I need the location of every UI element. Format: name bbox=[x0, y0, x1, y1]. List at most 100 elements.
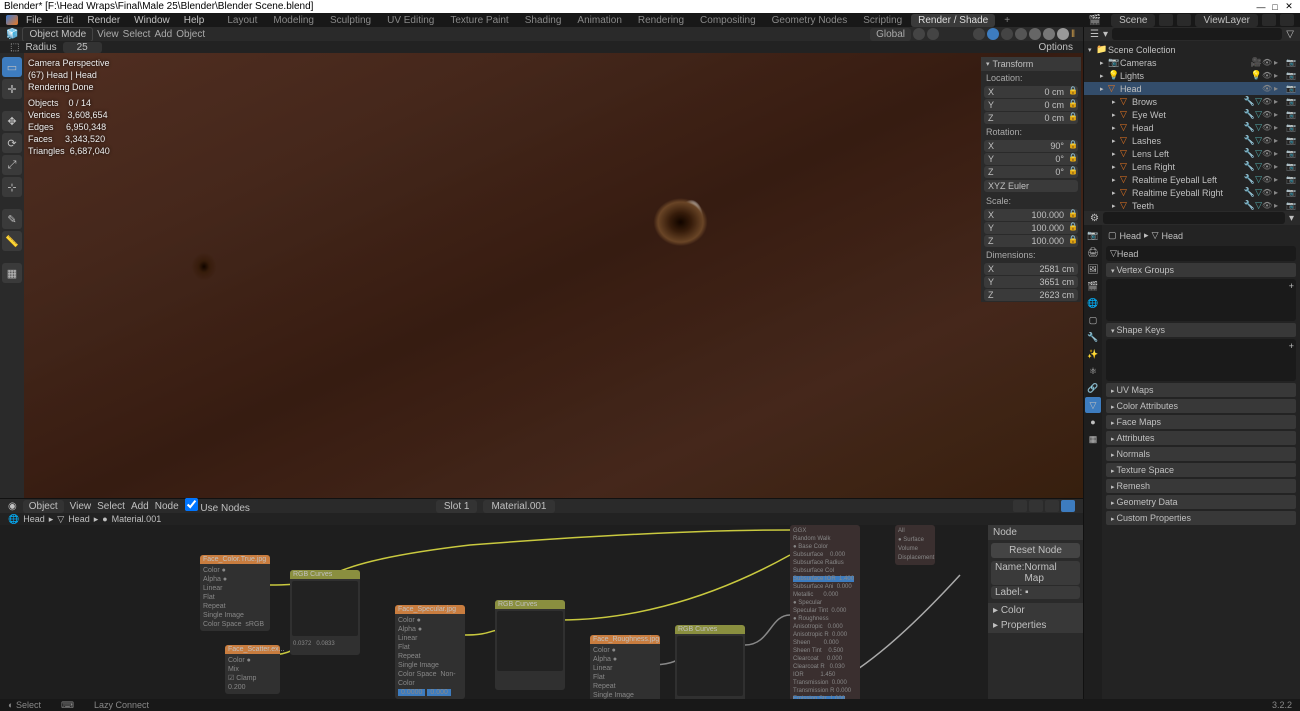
outliner-item-4[interactable]: ▸▽Eye Wet🔧▽👁▸📷 bbox=[1084, 108, 1300, 121]
tab-compositing[interactable]: Compositing bbox=[693, 14, 763, 27]
rot-x[interactable]: X90°🔒 bbox=[984, 140, 1078, 152]
use-nodes-checkbox[interactable] bbox=[185, 498, 198, 511]
props-search[interactable] bbox=[1103, 212, 1285, 224]
node-img-specular[interactable]: Face_Specular.jpgColor ●Alpha ●LinearFla… bbox=[395, 605, 465, 699]
sk-add-icon[interactable]: + bbox=[1289, 341, 1294, 351]
outliner-root[interactable]: ▾📁Scene Collection bbox=[1084, 43, 1300, 56]
scale-z[interactable]: Z100.000🔒 bbox=[984, 235, 1078, 247]
viewlayer-new-button[interactable] bbox=[1262, 14, 1276, 26]
nmenu-node[interactable]: Node bbox=[155, 501, 179, 512]
sec-color-attrs[interactable]: Color Attributes bbox=[1106, 399, 1296, 413]
transform-header[interactable]: Transform bbox=[981, 57, 1081, 71]
tab-modeling[interactable]: Modeling bbox=[266, 14, 321, 27]
sec-remesh[interactable]: Remesh bbox=[1106, 479, 1296, 493]
ptab-world[interactable]: 🌐 bbox=[1085, 295, 1101, 311]
ptab-output[interactable]: 🖨 bbox=[1085, 244, 1101, 260]
shade-wire-icon[interactable] bbox=[1015, 28, 1027, 40]
tool-add[interactable]: ▦ bbox=[2, 263, 22, 283]
vmenu-view[interactable]: View bbox=[97, 29, 119, 40]
scene-delete-button[interactable] bbox=[1177, 14, 1191, 26]
tool-scale[interactable]: ⤢ bbox=[2, 155, 22, 175]
scale-x[interactable]: X100.000🔒 bbox=[984, 209, 1078, 221]
tool-rotate[interactable]: ⟳ bbox=[2, 133, 22, 153]
nmenu-add[interactable]: Add bbox=[131, 501, 149, 512]
node-label-field[interactable]: Label:▪ bbox=[991, 586, 1080, 599]
menu-render[interactable]: Render bbox=[81, 15, 126, 26]
sec-uv-maps[interactable]: UV Maps bbox=[1106, 383, 1296, 397]
tab-geometry-nodes[interactable]: Geometry Nodes bbox=[765, 14, 855, 27]
sec-texture-space[interactable]: Texture Space bbox=[1106, 463, 1296, 477]
ptab-mesh[interactable]: ▽ bbox=[1085, 397, 1101, 413]
minimize-icon[interactable]: — bbox=[1254, 2, 1268, 12]
pause-icon[interactable]: ‖ bbox=[1071, 29, 1077, 40]
tab-sculpting[interactable]: Sculpting bbox=[323, 14, 378, 27]
node-img-color[interactable]: Face_Color.True.jpgColor ●Alpha ●LinearF… bbox=[200, 555, 270, 631]
tab-animation[interactable]: Animation bbox=[570, 14, 628, 27]
sec-normals[interactable]: Normals bbox=[1106, 447, 1296, 461]
tab-render-shade[interactable]: Render / Shade bbox=[911, 14, 995, 27]
outliner-search[interactable] bbox=[1112, 28, 1282, 40]
outliner-item-8[interactable]: ▸▽Lens Right🔧▽👁▸📷 bbox=[1084, 160, 1300, 173]
ns-props[interactable]: ▸ Properties bbox=[988, 618, 1083, 633]
loc-z[interactable]: Z0 cm🔒 bbox=[984, 112, 1078, 124]
tool-measure[interactable]: 📏 bbox=[2, 231, 22, 251]
menu-help[interactable]: Help bbox=[178, 15, 211, 26]
close-icon[interactable]: ✕ bbox=[1282, 1, 1296, 12]
viewlayer-delete-button[interactable] bbox=[1280, 14, 1294, 26]
shade-matprev-icon[interactable] bbox=[1043, 28, 1055, 40]
shade-solid-icon[interactable] bbox=[1029, 28, 1041, 40]
mesh-name-field[interactable]: ▽ Head bbox=[1106, 246, 1296, 261]
ns-header[interactable]: Node bbox=[988, 525, 1083, 540]
options-dropdown[interactable]: Options bbox=[1039, 42, 1073, 53]
tool-cursor[interactable]: ✛ bbox=[2, 79, 22, 99]
loc-x[interactable]: X0 cm🔒 bbox=[984, 86, 1078, 98]
vg-add-icon[interactable]: + bbox=[1289, 281, 1294, 291]
tab-layout[interactable]: Layout bbox=[220, 14, 264, 27]
props-editor-icon[interactable]: ⚙ bbox=[1090, 213, 1099, 224]
node-img-scatter[interactable]: Face_Scatter.ex...Color ●Mix☑ Clamp0.200 bbox=[225, 645, 280, 694]
vmenu-object[interactable]: Object bbox=[176, 29, 205, 40]
outliner-item-7[interactable]: ▸▽Lens Left🔧▽👁▸📷 bbox=[1084, 147, 1300, 160]
ptab-scene[interactable]: 🎬 bbox=[1085, 278, 1101, 294]
tab-add[interactable]: + bbox=[997, 14, 1017, 27]
slot-select[interactable]: Slot 1 bbox=[436, 500, 478, 513]
loc-y[interactable]: Y0 cm🔒 bbox=[984, 99, 1078, 111]
nactive-icon[interactable] bbox=[1061, 500, 1075, 512]
rot-z[interactable]: Z0°🔒 bbox=[984, 166, 1078, 178]
shader-editor-icon[interactable]: ◉ bbox=[8, 501, 17, 512]
ptab-particles[interactable]: ✨ bbox=[1085, 346, 1101, 362]
outliner-item-0[interactable]: ▸📷Cameras🎥👁▸📷 bbox=[1084, 56, 1300, 69]
ptab-physics[interactable]: ⚛ bbox=[1085, 363, 1101, 379]
node-rgb-1[interactable]: RGB Curves0.0372 0.0833 bbox=[290, 570, 360, 655]
nsnap-icon[interactable] bbox=[1029, 500, 1043, 512]
outliner-item-1[interactable]: ▸💡Lights💡👁▸📷 bbox=[1084, 69, 1300, 82]
outliner-icon[interactable]: ☰ bbox=[1090, 29, 1099, 40]
overlay-toggle-icon[interactable] bbox=[987, 28, 999, 40]
sec-custom-props[interactable]: Custom Properties bbox=[1106, 511, 1296, 525]
outliner-item-10[interactable]: ▸▽Realtime Eyeball Right🔧▽👁▸📷 bbox=[1084, 186, 1300, 199]
xray-icon[interactable] bbox=[1001, 28, 1013, 40]
node-name-field[interactable]: Name:Normal Map bbox=[991, 561, 1080, 585]
node-rgb-2[interactable]: RGB Curves bbox=[495, 600, 565, 690]
menu-edit[interactable]: Edit bbox=[50, 15, 79, 26]
rot-y[interactable]: Y0°🔒 bbox=[984, 153, 1078, 165]
scene-name[interactable]: Scene bbox=[1111, 14, 1155, 27]
proportional-icon[interactable] bbox=[927, 28, 939, 40]
tool-move[interactable]: ✥ bbox=[2, 111, 22, 131]
tool-select-box[interactable]: ▭ bbox=[2, 57, 22, 77]
snap-icon[interactable] bbox=[913, 28, 925, 40]
ptab-render[interactable]: 📷 bbox=[1085, 227, 1101, 243]
sec-vertex-groups[interactable]: Vertex Groups bbox=[1106, 263, 1296, 277]
ptab-object[interactable]: ▢ bbox=[1085, 312, 1101, 328]
menu-file[interactable]: File bbox=[20, 15, 48, 26]
tab-rendering[interactable]: Rendering bbox=[631, 14, 691, 27]
ptab-modifier[interactable]: 🔧 bbox=[1085, 329, 1101, 345]
noverlay-icon[interactable] bbox=[1045, 500, 1059, 512]
node-canvas[interactable]: Face_Color.True.jpgColor ●Alpha ●LinearF… bbox=[0, 525, 1083, 711]
vertex-groups-list[interactable]: + bbox=[1106, 279, 1296, 321]
tab-shading[interactable]: Shading bbox=[518, 14, 569, 27]
shader-type[interactable]: Object bbox=[23, 500, 64, 513]
ptab-constraints[interactable]: 🔗 bbox=[1085, 380, 1101, 396]
pin-icon[interactable] bbox=[1013, 500, 1027, 512]
tab-uv-editing[interactable]: UV Editing bbox=[380, 14, 441, 27]
